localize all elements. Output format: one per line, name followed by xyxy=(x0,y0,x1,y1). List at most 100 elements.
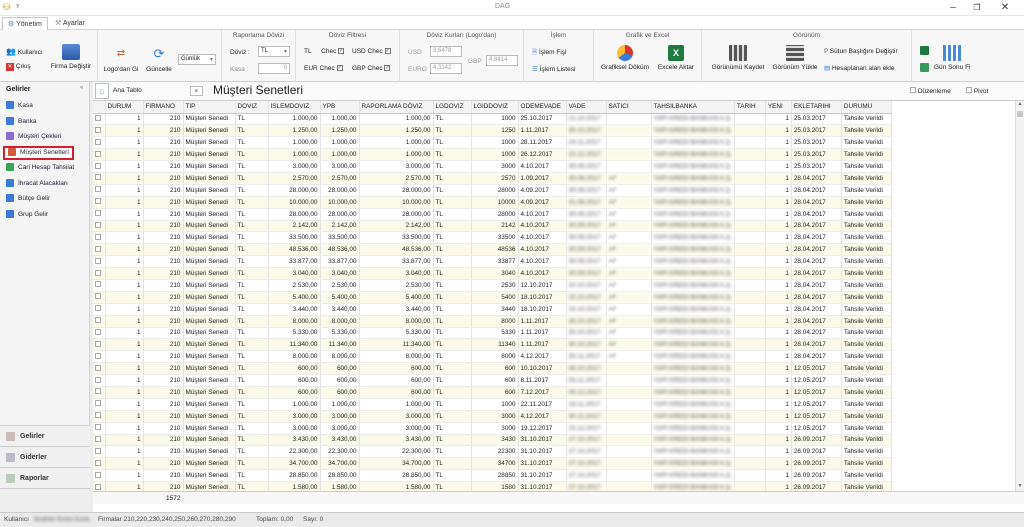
kasa-input[interactable]: 0 xyxy=(258,63,290,74)
table-row[interactable]: 1 210 Müşteri Senedi TL 1.000,00 1.000,00 1.00… xyxy=(93,113,892,126)
scroll-thumb[interactable] xyxy=(1017,111,1023,117)
table-row[interactable]: 1 210 Müşteri Senedi TL 600,00 600,00 600,00 TL… xyxy=(93,386,892,399)
table-row[interactable]: 1 210 Müşteri Senedi TL 3.430,00 3.430,00 3.43… xyxy=(93,434,892,447)
gun-sonu-button[interactable]: Gün Sonu Fi xyxy=(934,45,971,71)
table-row[interactable]: 1 210 Müşteri Senedi TL 33.500,00 33.500,00 33… xyxy=(93,231,892,245)
row-checkbox[interactable] xyxy=(93,374,106,387)
guncelle-button[interactable]: ⟳ Güncelle xyxy=(142,47,176,74)
row-checkbox[interactable] xyxy=(93,315,106,328)
table-row[interactable]: 1 210 Müşteri Senedi TL 1.000,00 1.000,00 1.00… xyxy=(93,136,892,150)
column-header[interactable]: RAPORLAMA DÖVIZ xyxy=(359,101,434,114)
cikis-button[interactable]: ✕ Çıkış xyxy=(6,63,31,71)
tab-yonetim[interactable]: ⚙ Yönetim xyxy=(2,17,48,30)
row-checkbox[interactable] xyxy=(93,362,106,376)
table-row[interactable]: 1 210 Müşteri Senedi TL 10.000,00 10.000,00 10… xyxy=(93,196,892,209)
table-row[interactable]: 1 210 Müşteri Senedi TL 3.040,00 3.040,00 3.04… xyxy=(93,267,892,280)
tl-filter-checkbox[interactable]: TL Chec ✓ xyxy=(304,48,345,55)
gbp-filter-checkbox[interactable]: GBP Chec ✓ xyxy=(352,65,391,72)
minimize-icon[interactable]: – xyxy=(942,1,964,14)
maximize-icon[interactable]: ❐ xyxy=(966,1,988,14)
table-row[interactable]: 1 210 Müşteri Senedi TL 1.000,00 1.000,00 1.00… xyxy=(93,398,892,411)
column-header[interactable]: ISLEMDOVIZ xyxy=(268,101,321,114)
row-checkbox[interactable] xyxy=(93,303,106,316)
table-row[interactable]: 1 210 Müşteri Senedi TL 28.000,00 28.000,00 28… xyxy=(93,208,892,221)
column-header[interactable]: DOVIZ xyxy=(235,101,269,114)
doviz-select[interactable]: TL ▾ xyxy=(258,46,290,57)
row-checkbox[interactable] xyxy=(93,184,106,197)
grafiksel-dokum-button[interactable]: Grafiksel Döküm xyxy=(598,45,652,71)
table-row[interactable]: 1 210 Müşteri Senedi TL 2.530,00 2.530,00 2.53… xyxy=(93,279,892,292)
sidebar-item[interactable]: Banka xyxy=(6,115,36,129)
row-checkbox[interactable] xyxy=(93,386,106,399)
sidebar-item[interactable]: Grup Gelir xyxy=(6,208,48,222)
row-checkbox[interactable] xyxy=(93,172,106,185)
tab-ana-tablo[interactable]: Ana Tablo xyxy=(113,87,142,94)
row-checkbox[interactable] xyxy=(93,113,106,126)
excele-aktar-button[interactable]: X Excele Aktar xyxy=(654,45,698,71)
row-checkbox[interactable] xyxy=(93,469,106,483)
column-header[interactable]: DURUMU xyxy=(841,101,892,114)
row-checkbox[interactable] xyxy=(93,445,106,459)
table-row[interactable]: 1 210 Müşteri Senedi TL 5.400,00 5.400,00 5.40… xyxy=(93,291,892,304)
kullanici-button[interactable]: 👥 Kullanıcı xyxy=(6,47,43,56)
gorunumu-kaydet-button[interactable]: Görünümü Kaydet xyxy=(706,45,770,71)
table-row[interactable]: 1 210 Müşteri Senedi TL 1.250,00 1.250,00 1.25… xyxy=(93,124,892,138)
period-select[interactable]: Günlük ▾ xyxy=(178,54,216,65)
eur-filter-checkbox[interactable]: EUR Chec ✓ xyxy=(304,65,343,72)
table-row[interactable]: 1 210 Müşteri Senedi TL 3.000,00 3.000,00 3.00… xyxy=(93,160,892,173)
collapse-icon[interactable]: « xyxy=(80,85,83,91)
column-header[interactable]: YPB xyxy=(320,101,360,114)
islem-listesi-button[interactable]: ☰ İşlem Listesi xyxy=(532,65,575,73)
column-header[interactable]: TAHSILBANKA xyxy=(651,101,735,114)
table-row[interactable]: 1 210 Müşteri Senedi TL 2.570,00 2.570,00 2.57… xyxy=(93,172,892,185)
sidebar-section-raporlar[interactable]: Raporlar xyxy=(0,467,90,488)
islem-fisi-button[interactable]: 🗎 İşlem Fişi xyxy=(532,48,567,59)
table-row[interactable]: 1 210 Müşteri Senedi TL 28.850,00 28.850,00 28… xyxy=(93,469,892,483)
sidebar-section-gelirler[interactable]: Gelirler xyxy=(0,425,90,446)
table-row[interactable]: 1 210 Müşteri Senedi TL 3.000,00 3.000,00 3.00… xyxy=(93,410,892,423)
scroll-down-icon[interactable]: ▼ xyxy=(1016,483,1024,491)
tab-ayarlar[interactable]: ⚒ Ayarlar xyxy=(50,17,90,30)
table-row[interactable]: 1 210 Müşteri Senedi TL 3.440,00 3.440,00 3.44… xyxy=(93,303,892,316)
hesaplanan-alan-button[interactable]: ▤ Hesaplanan alan ekle xyxy=(824,64,895,72)
column-header[interactable]: EKLETARIHI xyxy=(791,101,842,114)
row-checkbox[interactable] xyxy=(93,350,106,364)
row-checkbox[interactable] xyxy=(93,243,106,257)
column-header[interactable]: VADE xyxy=(566,101,607,114)
sidebar-item[interactable]: Kasa xyxy=(6,99,33,113)
row-checkbox[interactable] xyxy=(93,255,106,269)
table-row[interactable]: 1 210 Müşteri Senedi TL 1.000,00 1.000,00 1.00… xyxy=(93,148,892,162)
row-checkbox[interactable] xyxy=(93,124,106,138)
pivot-checkbox[interactable]: Pivot xyxy=(966,87,988,95)
row-checkbox[interactable] xyxy=(93,327,106,340)
table-row[interactable]: 1 210 Müşteri Senedi TL 22.300,00 22.300,00 22… xyxy=(93,445,892,459)
table-row[interactable]: 1 210 Müşteri Senedi TL 8.000,00 8.000,00 8.00… xyxy=(93,350,892,364)
row-checkbox[interactable] xyxy=(93,338,106,352)
gorunum-yukle-button[interactable]: Görünüm Yükle xyxy=(770,45,820,71)
sutun-basligi-button[interactable]: ꓑ Sütun Başlığını Değiştir xyxy=(824,47,898,55)
vertical-scrollbar[interactable]: ▲ ▼ xyxy=(1015,101,1024,491)
row-checkbox[interactable] xyxy=(93,457,106,471)
usd-filter-checkbox[interactable]: USD Chec ✓ xyxy=(352,48,391,55)
row-checkbox[interactable] xyxy=(93,291,106,304)
home-icon[interactable]: ⌂ xyxy=(95,83,109,99)
table-row[interactable]: 1 210 Müşteri Senedi TL 33.877,00 33.877,00 33… xyxy=(93,255,892,269)
row-checkbox[interactable] xyxy=(93,410,106,423)
duzenleme-checkbox[interactable]: Düzenleme xyxy=(910,87,951,95)
excel-small-icon[interactable] xyxy=(920,46,929,55)
column-header[interactable]: FIRMANO xyxy=(143,101,184,114)
export-small-icon[interactable] xyxy=(920,63,929,72)
row-checkbox[interactable] xyxy=(93,196,106,209)
row-checkbox[interactable] xyxy=(93,267,106,280)
table-row[interactable]: 1 210 Müşteri Senedi TL 5.330,00 5.330,00 5.33… xyxy=(93,327,892,340)
row-checkbox[interactable] xyxy=(93,136,106,150)
table-row[interactable]: 1 210 Müşteri Senedi TL 3.000,00 3.000,00 3.00… xyxy=(93,422,892,435)
table-row[interactable]: 1 210 Müşteri Senedi TL 8.000,00 8.000,00 8.00… xyxy=(93,315,892,328)
table-row[interactable]: 1 210 Müşteri Senedi TL 34.700,00 34.700,00 34… xyxy=(93,457,892,471)
column-header[interactable]: ODEMEVADE xyxy=(518,101,567,114)
row-checkbox[interactable] xyxy=(93,434,106,447)
sidebar-item[interactable]: Bütçe Gelir xyxy=(6,192,50,206)
row-checkbox[interactable] xyxy=(93,422,106,435)
table-row[interactable]: 1 210 Müşteri Senedi TL 28.000,00 28.000,00 28… xyxy=(93,184,892,197)
row-checkbox[interactable] xyxy=(93,481,106,491)
